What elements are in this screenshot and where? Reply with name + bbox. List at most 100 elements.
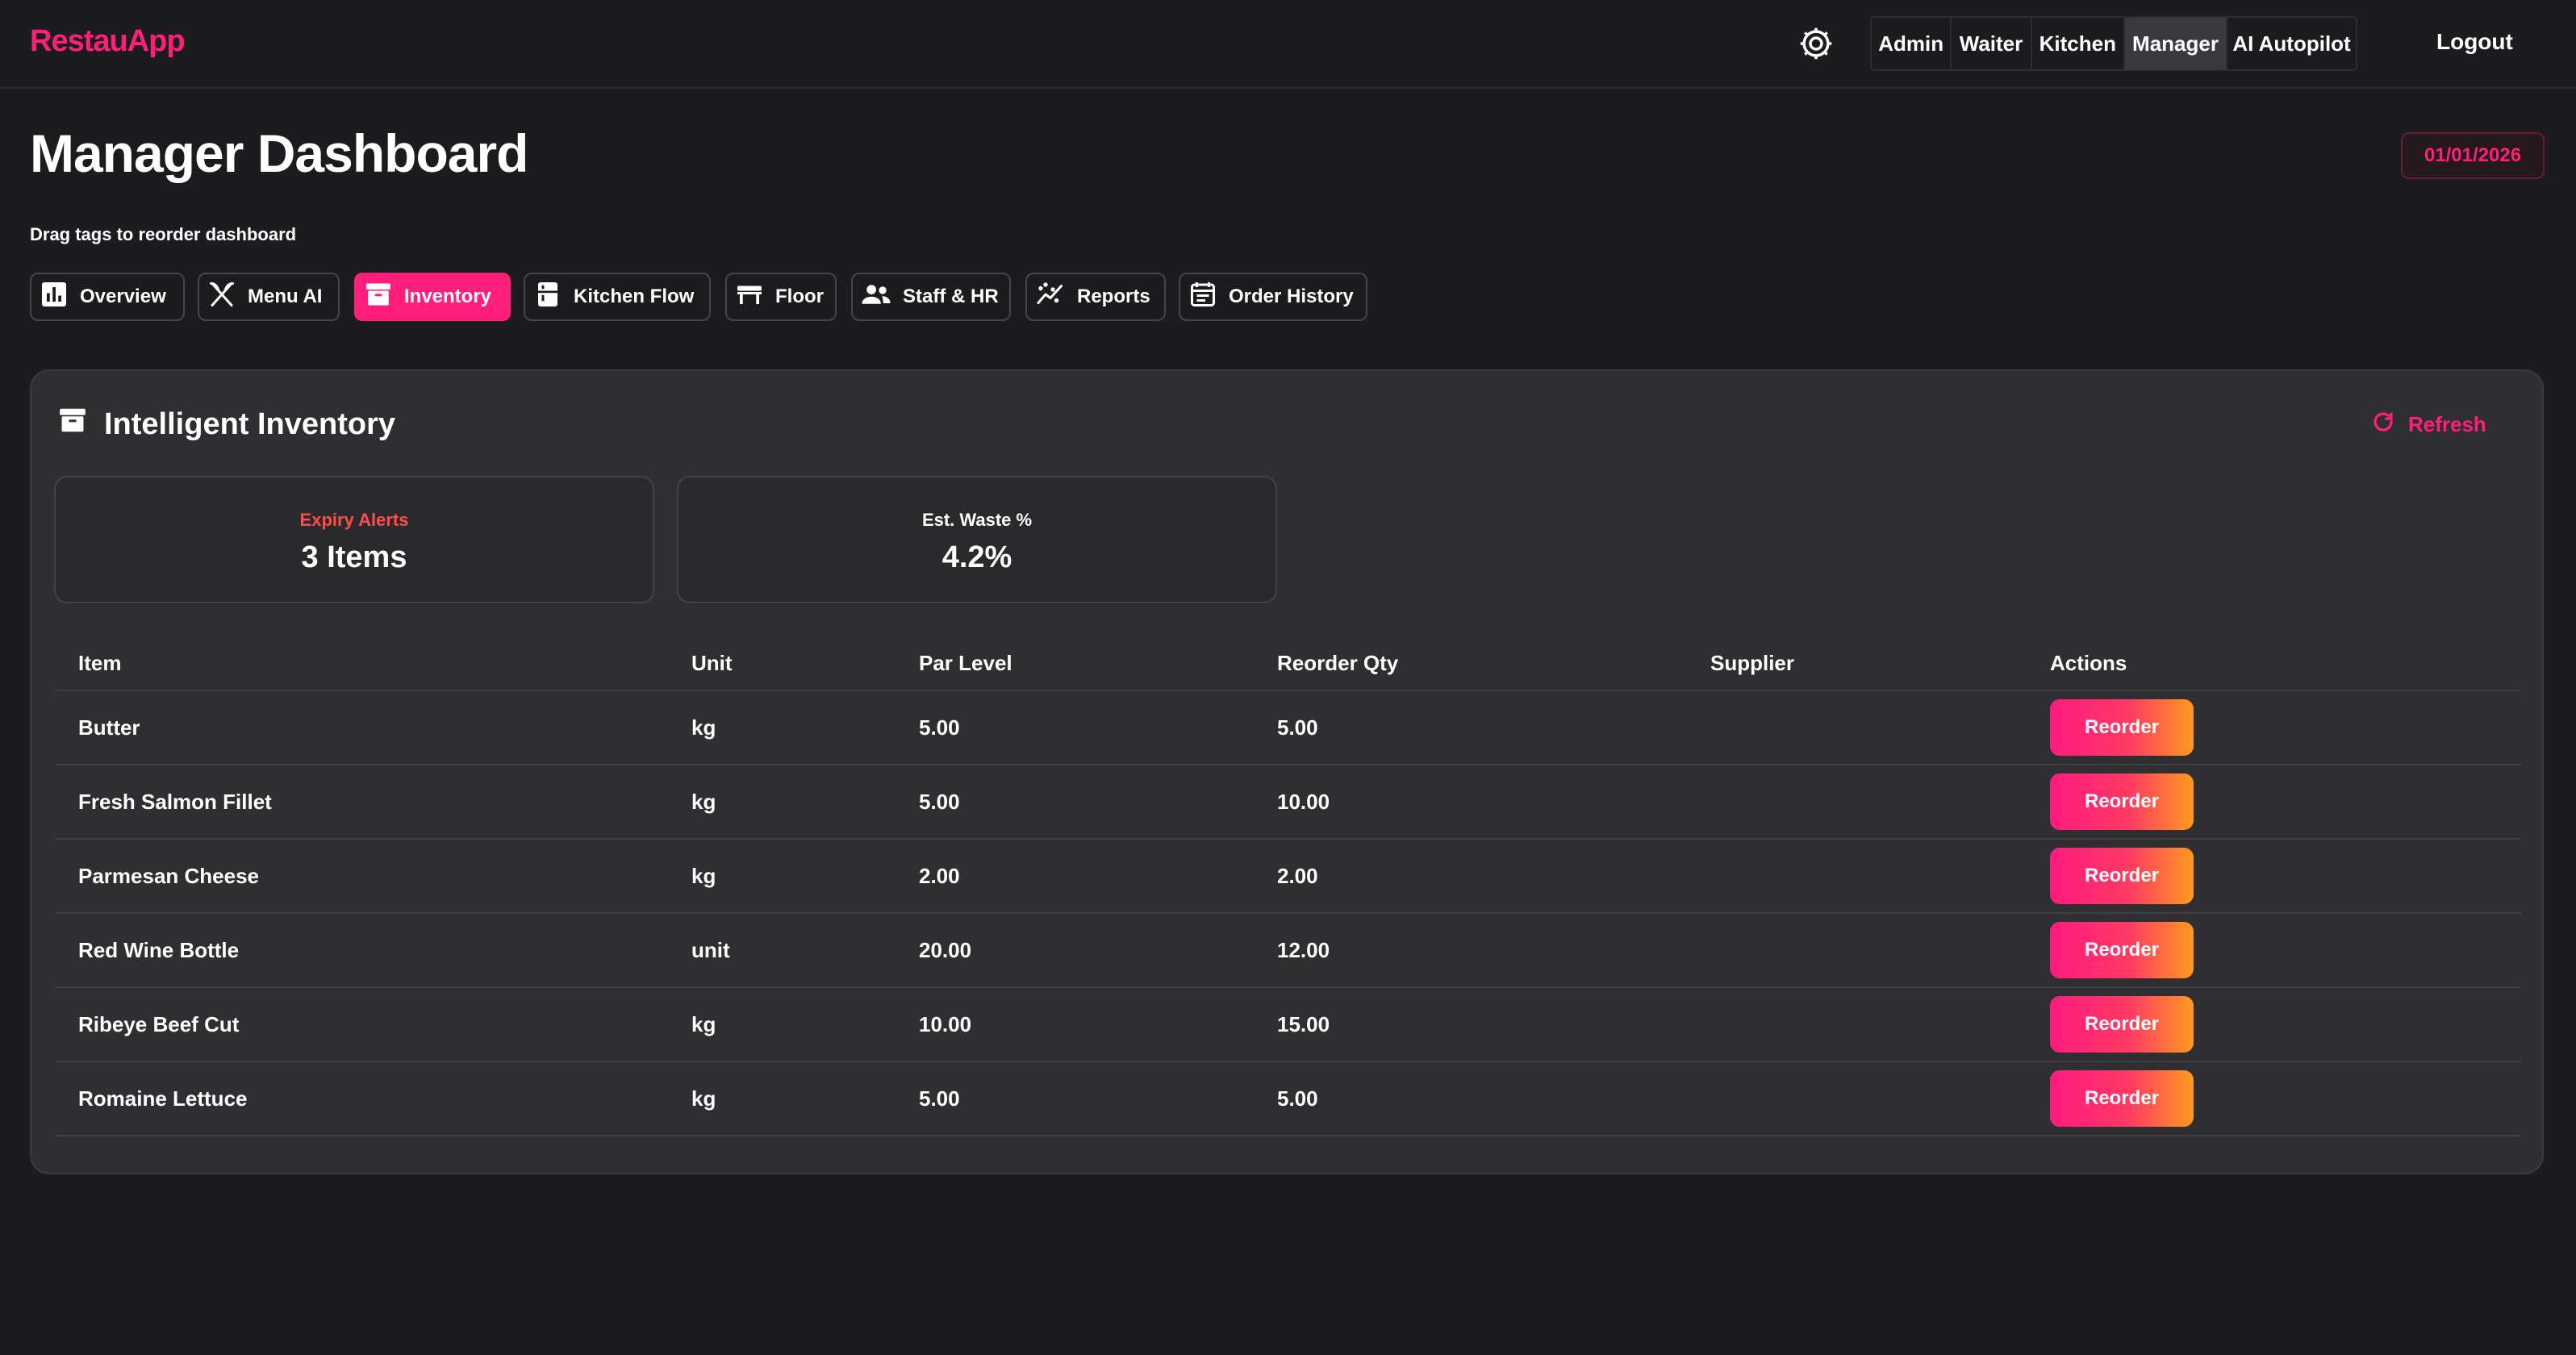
reorder-button[interactable]: Reorder — [2050, 848, 2194, 904]
tag-floor[interactable]: Floor — [725, 273, 837, 321]
item-actions: Reorder — [2027, 913, 2521, 988]
item-actions: Reorder — [2027, 690, 2521, 765]
tag-label: Menu AI — [248, 286, 323, 307]
reorder-button[interactable]: Reorder — [2050, 922, 2194, 978]
column-header-reorder-qty: Reorder Qty — [1255, 637, 1688, 691]
refresh-label: Refresh — [2408, 412, 2486, 436]
item-reorder-qty: 2.00 — [1255, 839, 1688, 914]
role-button-manager[interactable]: Manager — [2124, 18, 2228, 69]
item-supplier — [1688, 913, 2027, 988]
panel-title: Intelligent Inventory — [104, 406, 396, 441]
inventory-table: Item Unit Par Level Reorder Qty Supplier… — [56, 637, 2521, 1136]
role-switcher: Admin Waiter Kitchen Manager AI Autopilo… — [1870, 16, 2357, 71]
tag-inventory[interactable]: Inventory — [354, 273, 511, 321]
item-par-level: 2.00 — [896, 839, 1255, 914]
item-unit: kg — [669, 839, 896, 914]
refresh-button[interactable]: Refresh — [2371, 410, 2486, 440]
page-title: Manager Dashboard — [30, 123, 528, 183]
item-reorder-qty: 10.00 — [1255, 765, 1688, 840]
brand-logo[interactable]: RestauApp — [30, 24, 186, 59]
trend-line-icon — [1035, 280, 1066, 315]
item-reorder-qty: 5.00 — [1255, 690, 1688, 765]
theme-toggle-button[interactable] — [1795, 24, 1837, 66]
column-header-item: Item — [56, 637, 669, 691]
table-row: Red Wine Bottle unit 20.00 12.00 Reorder — [56, 913, 2521, 988]
item-unit: kg — [669, 1061, 896, 1136]
item-supplier — [1688, 765, 2027, 840]
role-button-ai-autopilot[interactable]: AI Autopilot — [2227, 18, 2356, 69]
item-unit: kg — [669, 987, 896, 1062]
people-icon — [861, 280, 891, 315]
item-par-level: 5.00 — [896, 690, 1255, 765]
item-reorder-qty: 12.00 — [1255, 913, 1688, 988]
item-par-level: 5.00 — [896, 1061, 1255, 1136]
bar-chart-icon — [40, 280, 69, 315]
table-row: Fresh Salmon Fillet kg 5.00 10.00 Reorde… — [56, 765, 2521, 840]
tag-label: Floor — [775, 286, 824, 307]
item-unit: kg — [669, 690, 896, 765]
item-actions: Reorder — [2027, 987, 2521, 1062]
item-par-level: 20.00 — [896, 913, 1255, 988]
tag-overview[interactable]: Overview — [30, 273, 185, 321]
reorder-button[interactable]: Reorder — [2050, 1070, 2194, 1127]
tag-label: Kitchen Flow — [574, 286, 695, 307]
date-badge: 01/01/2026 — [2401, 132, 2545, 179]
table-row: Romaine Lettuce kg 5.00 5.00 Reorder — [56, 1061, 2521, 1136]
archive-box-icon — [57, 405, 88, 444]
column-header-unit: Unit — [669, 637, 896, 691]
stat-card-expiry-alerts: Expiry Alerts 3 Items — [54, 476, 654, 603]
tag-reports[interactable]: Reports — [1025, 273, 1166, 321]
table-row: Parmesan Cheese kg 2.00 2.00 Reorder — [56, 839, 2521, 914]
panel-header: Intelligent Inventory — [57, 405, 395, 444]
reorder-button[interactable]: Reorder — [2050, 996, 2194, 1053]
tag-staff-hr[interactable]: Staff & HR — [851, 273, 1011, 321]
item-par-level: 5.00 — [896, 765, 1255, 840]
stat-value: 4.2% — [941, 540, 1012, 574]
item-par-level: 10.00 — [896, 987, 1255, 1062]
stat-card-est-waste: Est. Waste % 4.2% — [677, 476, 1277, 603]
tag-menu-ai[interactable]: Menu AI — [198, 273, 340, 321]
tag-label: Staff & HR — [903, 286, 999, 307]
role-button-admin[interactable]: Admin — [1872, 18, 1952, 69]
tag-label: Overview — [80, 286, 166, 307]
item-supplier — [1688, 1061, 2027, 1136]
table-row: Butter kg 5.00 5.00 Reorder — [56, 690, 2521, 765]
item-actions: Reorder — [2027, 765, 2521, 840]
item-name: Ribeye Beef Cut — [56, 987, 669, 1062]
table-header-row: Item Unit Par Level Reorder Qty Supplier… — [56, 637, 2521, 691]
archive-box-icon — [364, 280, 393, 315]
item-name: Fresh Salmon Fillet — [56, 765, 669, 840]
item-reorder-qty: 5.00 — [1255, 1061, 1688, 1136]
item-supplier — [1688, 987, 2027, 1062]
kitchen-icon — [533, 280, 562, 315]
calendar-list-icon — [1188, 280, 1217, 315]
tag-label: Inventory — [404, 286, 492, 307]
item-name: Butter — [56, 690, 669, 765]
sun-icon — [1799, 27, 1833, 65]
logout-button[interactable]: Logout — [2436, 29, 2513, 55]
column-header-actions: Actions — [2027, 637, 2521, 691]
item-actions: Reorder — [2027, 839, 2521, 914]
reorder-hint: Drag tags to reorder dashboard — [30, 224, 297, 244]
item-supplier — [1688, 839, 2027, 914]
tag-order-history[interactable]: Order History — [1179, 273, 1367, 321]
reorder-button[interactable]: Reorder — [2050, 773, 2194, 830]
tag-label: Reports — [1077, 286, 1150, 307]
item-supplier — [1688, 690, 2027, 765]
item-reorder-qty: 15.00 — [1255, 987, 1688, 1062]
stat-value: 3 Items — [301, 540, 407, 574]
table-icon — [735, 280, 764, 315]
item-unit: kg — [669, 765, 896, 840]
top-navbar: RestauApp Admin Waiter Kitchen Manager A… — [0, 0, 2576, 89]
role-button-kitchen[interactable]: Kitchen — [2032, 18, 2125, 69]
item-name: Romaine Lettuce — [56, 1061, 669, 1136]
tag-kitchen-flow[interactable]: Kitchen Flow — [524, 273, 711, 321]
utensils-icon — [207, 280, 236, 315]
column-header-par-level: Par Level — [896, 637, 1255, 691]
column-header-supplier: Supplier — [1688, 637, 2027, 691]
item-name: Parmesan Cheese — [56, 839, 669, 914]
table-row: Ribeye Beef Cut kg 10.00 15.00 Reorder — [56, 987, 2521, 1062]
refresh-icon — [2371, 410, 2395, 440]
reorder-button[interactable]: Reorder — [2050, 699, 2194, 756]
role-button-waiter[interactable]: Waiter — [1952, 18, 2032, 69]
